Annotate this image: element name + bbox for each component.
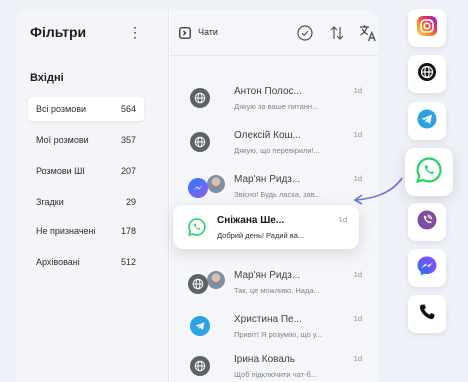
avatar: [206, 174, 226, 194]
messenger-icon: [188, 178, 208, 198]
chat-item[interactable]: Мар'ян Ридз... Звісно! Будь ласка, зав..…: [170, 164, 378, 208]
channel-instagram[interactable]: [408, 9, 446, 47]
filter-unassigned[interactable]: Не призначені 178: [28, 219, 144, 243]
whatsapp-icon: [187, 217, 207, 237]
channel-messenger[interactable]: [408, 249, 446, 287]
telegram-icon: [417, 109, 437, 134]
chat-preview: Так, це можливо. Нада...: [234, 286, 320, 295]
app-window: Фільтри ⋮ Вхідні Всі розмови 564 Мої роз…: [16, 10, 378, 382]
avatar: [206, 270, 226, 290]
inbox-section-label: Вхідні: [30, 72, 64, 84]
filter-label: Мої розмови: [36, 135, 89, 145]
filter-count: 564: [120, 104, 136, 114]
filter-all-conversations[interactable]: Всі розмови 564: [28, 97, 144, 121]
channel-viber[interactable]: [408, 203, 446, 241]
chat-item[interactable]: Антон Полос... Дякую за ваше питанн... 1…: [170, 76, 378, 120]
channel-web[interactable]: [408, 55, 446, 93]
chat-preview: Добрий день! Радий ва...: [217, 231, 305, 240]
chat-name: Ірина Коваль: [234, 354, 295, 365]
chat-preview: Привіт! Я розумію, що у...: [234, 330, 322, 339]
channel-whatsapp[interactable]: [405, 148, 453, 196]
globe-icon: [190, 88, 210, 108]
chat-name: Мар'ян Ридз...: [234, 270, 301, 281]
chat-item[interactable]: Олексій Кош... Дякую, що перевірили!... …: [170, 120, 378, 164]
more-options-icon[interactable]: ⋮: [128, 24, 142, 40]
chat-preview: Дякую, що перевірили!...: [234, 146, 320, 155]
chat-item-selected[interactable]: Сніжана Ше... Добрий день! Радий ва... 1…: [173, 205, 359, 249]
translate-icon[interactable]: [359, 24, 377, 42]
chat-name: Антон Полос...: [234, 86, 302, 97]
chat-name: Олексій Кош...: [234, 130, 301, 141]
chat-time: 1d: [353, 130, 362, 139]
telegram-icon: [190, 316, 210, 336]
chat-name: Христина Пе...: [234, 314, 302, 325]
chat-item[interactable]: Ірина Коваль Щоб підключити чат-б... 1d: [170, 344, 378, 382]
globe-icon: [188, 274, 208, 294]
collapse-sidebar-icon[interactable]: [176, 24, 194, 42]
filter-mentions[interactable]: Згадки 29: [28, 190, 144, 214]
channel-phone[interactable]: [408, 295, 446, 333]
chat-time: 1d: [353, 270, 362, 279]
curved-arrow-icon: [353, 177, 403, 205]
filter-label: Архівовані: [36, 257, 80, 267]
channel-telegram[interactable]: [408, 102, 446, 140]
chat-preview: Звісно! Будь ласка, зав...: [234, 190, 321, 199]
chat-name: Сніжана Ше...: [217, 215, 285, 226]
filter-my-conversations[interactable]: Мої розмови 357: [28, 128, 144, 152]
filters-panel: Фільтри ⋮ Вхідні Всі розмови 564 Мої роз…: [16, 10, 169, 382]
chats-title: Чати: [198, 27, 218, 37]
check-circle-icon[interactable]: [296, 24, 314, 42]
filter-label: Розмови ШІ: [36, 166, 85, 176]
messenger-icon: [416, 255, 438, 282]
filter-label: Всі розмови: [36, 104, 87, 114]
filter-count: 512: [120, 257, 136, 267]
filter-label: Згадки: [36, 197, 64, 207]
phone-icon: [418, 303, 436, 326]
chats-header: Чати: [170, 10, 378, 56]
filter-archived[interactable]: Архівовані 512: [28, 250, 144, 274]
filter-count: 207: [120, 166, 136, 176]
filter-label: Не призначені: [36, 226, 96, 236]
filter-count: 178: [120, 226, 136, 236]
filter-count: 29: [125, 197, 136, 207]
filters-title: Фільтри: [30, 24, 87, 40]
whatsapp-icon: [415, 156, 443, 189]
globe-icon: [417, 62, 437, 87]
chat-item[interactable]: Мар'ян Ридз... Так, це можливо. Нада... …: [170, 260, 378, 304]
chat-preview: Дякую за ваше питанн...: [234, 102, 319, 111]
chat-item[interactable]: Христина Пе... Привіт! Я розумію, що у..…: [170, 304, 378, 348]
chats-panel: Чати Антон Полос... Дякую за ваше питанн…: [170, 10, 378, 382]
globe-icon: [190, 356, 210, 376]
sort-icon[interactable]: [328, 24, 346, 42]
globe-icon: [190, 132, 210, 152]
instagram-icon: [416, 15, 438, 42]
chat-time: 1d: [338, 215, 347, 224]
chat-name: Мар'ян Ридз...: [234, 174, 301, 185]
viber-icon: [417, 210, 437, 235]
chat-time: 1d: [353, 86, 362, 95]
chat-time: 1d: [353, 354, 362, 363]
chat-time: 1d: [353, 314, 362, 323]
chat-preview: Щоб підключити чат-б...: [234, 370, 318, 379]
filter-count: 357: [120, 135, 136, 145]
filter-ai-conversations[interactable]: Розмови ШІ 207: [28, 159, 144, 183]
